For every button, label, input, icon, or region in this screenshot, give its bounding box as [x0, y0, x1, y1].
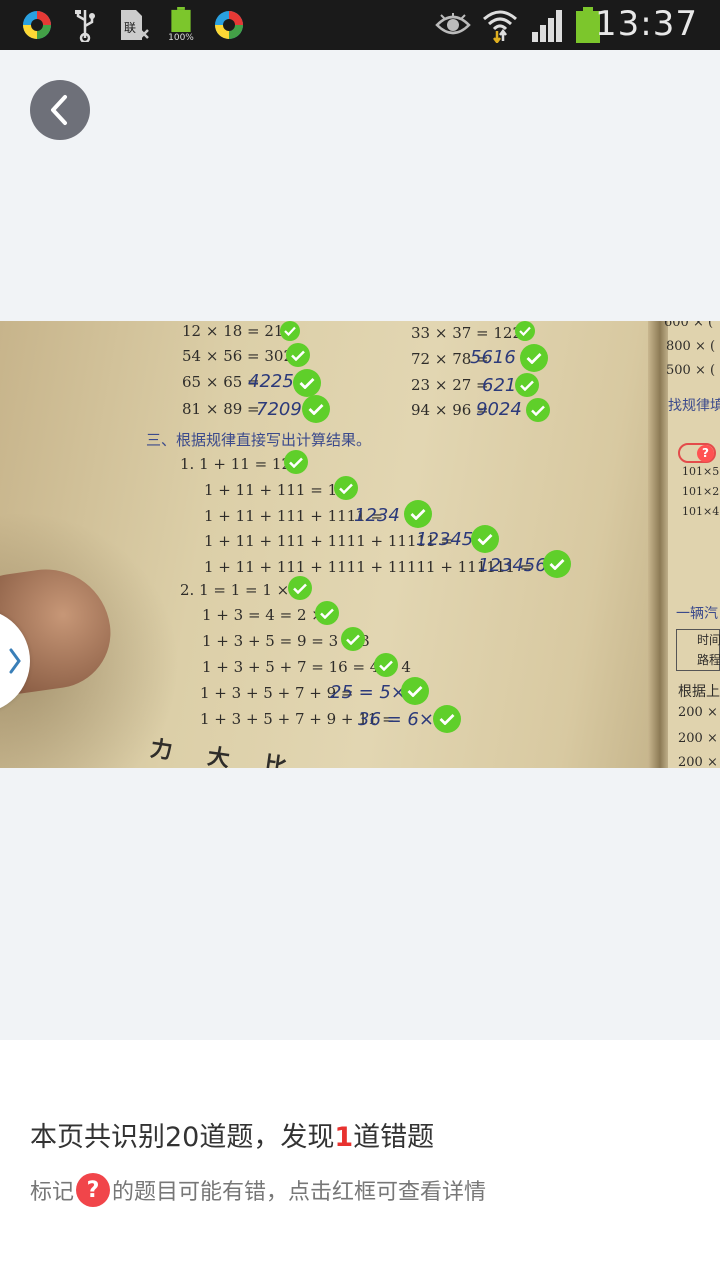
- handwritten-answer: 4225: [248, 371, 294, 392]
- right-page-text: 600 × (: [664, 321, 714, 330]
- handwritten-answer: 12345: [416, 529, 474, 550]
- right-page-text: 500 × (: [666, 363, 716, 378]
- handwritten-answer: 1234: [354, 505, 400, 526]
- right-page-text: 101×5: [682, 465, 720, 478]
- check-icon: [401, 677, 429, 705]
- check-icon: [471, 525, 499, 553]
- error-flag-frame[interactable]: ?: [678, 443, 716, 463]
- check-icon: [334, 476, 358, 500]
- right-page-text: 200 ×: [678, 731, 718, 746]
- problem-line: 54 × 56 = 3024: [182, 347, 303, 365]
- right-page-text: 200 ×: [678, 755, 718, 768]
- battery-label: 100%: [168, 33, 194, 43]
- right-page-text: 找规律填: [668, 398, 720, 414]
- check-icon: [284, 450, 308, 474]
- hint-prefix: 标记: [30, 1180, 75, 1205]
- cover-lettering: 力 大 比: [148, 735, 303, 768]
- right-page-text: 200 ×: [678, 705, 718, 720]
- problem-line: 33 × 37 = 1221: [411, 324, 532, 342]
- status-bar: 联 100% 13:37: [0, 0, 720, 50]
- homework-photo: 12 × 18 = 216 54 × 56 = 3024 65 × 65 = 4…: [0, 321, 720, 768]
- check-icon: [315, 601, 339, 625]
- svg-text:联: 联: [124, 21, 136, 35]
- check-icon: [374, 653, 398, 677]
- handwritten-answer: 9024: [476, 399, 522, 420]
- problem-line: 12 × 18 = 216: [182, 322, 294, 340]
- check-icon: [293, 369, 321, 397]
- right-page-text: 根据上: [678, 684, 720, 700]
- sim-icon: 联: [118, 7, 150, 43]
- problem-line: 2. 1 = 1 = 1 × 1: [180, 581, 304, 599]
- right-page-text: 101×23: [682, 485, 720, 498]
- hint-suffix: 的题目可能有错，点击红框可查看详情: [112, 1180, 487, 1205]
- check-icon: [433, 705, 461, 733]
- handwritten-answer: 621: [482, 375, 517, 396]
- error-count: 1: [334, 1122, 354, 1153]
- signal-icon: [530, 7, 566, 43]
- right-page-text: 一辆汽: [676, 606, 718, 622]
- check-icon: [286, 343, 310, 367]
- check-icon: [302, 395, 330, 423]
- problem-line: 81 × 89 =: [182, 400, 260, 418]
- right-page-text: 101×48: [682, 505, 720, 518]
- question-mark-icon: ?: [76, 1173, 111, 1207]
- check-icon: [404, 500, 432, 528]
- check-icon: [341, 627, 365, 651]
- check-icon: [515, 321, 535, 341]
- check-icon: [288, 576, 312, 600]
- chevron-right-icon: [9, 648, 21, 674]
- summary-prefix: 本页共识别20道题，发现: [30, 1122, 335, 1153]
- result-hint: 标记? 的题目可能有错，点击红框可查看详情: [30, 1173, 486, 1207]
- question-mark-icon: ?: [697, 444, 714, 462]
- eye-icon: [434, 7, 472, 43]
- right-page-table: 时间 路程: [676, 629, 720, 671]
- handwritten-answer: 5616: [470, 347, 516, 368]
- chevron-left-icon: [51, 95, 67, 125]
- handwritten-answer: 7209: [256, 399, 302, 420]
- problem-line: 23 × 27 =: [411, 376, 489, 394]
- clock: 13:37: [595, 4, 698, 44]
- right-page-text: 800 × (: [666, 339, 716, 354]
- check-icon: [515, 373, 539, 397]
- check-icon: [526, 398, 550, 422]
- problem-line: 1. 1 + 11 = 12: [180, 455, 292, 473]
- app-icon: [212, 7, 246, 43]
- handwritten-answer: 123456: [478, 555, 547, 576]
- usb-icon: [72, 7, 98, 43]
- check-icon: [543, 550, 571, 578]
- check-icon: [520, 344, 548, 372]
- result-panel: [0, 1040, 720, 1280]
- app-icon: [20, 7, 54, 43]
- section-heading: 三、根据规律直接写出计算结果。: [146, 431, 372, 449]
- check-icon: [280, 321, 300, 341]
- wifi-icon: [480, 7, 520, 43]
- right-page-text: 路程: [697, 653, 720, 667]
- result-summary: 本页共识别20道题，发现1道错题: [30, 1115, 434, 1154]
- summary-suffix: 道错题: [353, 1122, 435, 1153]
- battery-icon: 100%: [166, 7, 196, 43]
- right-page-text: 时间: [697, 633, 720, 647]
- back-button[interactable]: [30, 80, 90, 140]
